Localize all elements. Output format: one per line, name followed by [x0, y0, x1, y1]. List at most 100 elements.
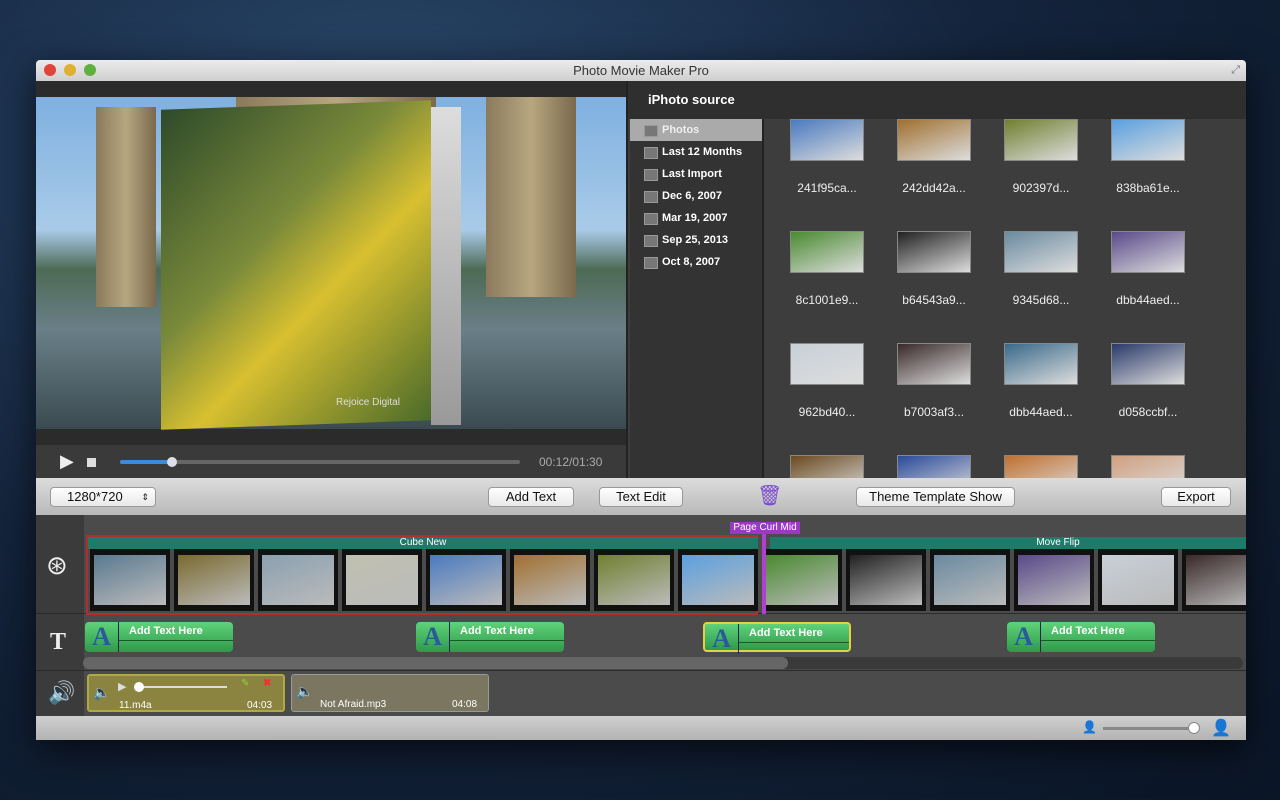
frame-thumbnail [430, 555, 502, 605]
source-item[interactable]: Sep 25, 2013 [630, 229, 762, 251]
source-panel: iPhoto source Photos Last 12 Months Last I… [626, 81, 1246, 478]
frame-thumbnail [262, 555, 334, 605]
timeline-frame[interactable] [762, 549, 842, 611]
photo-thumbnail [897, 343, 971, 385]
photo-item[interactable]: dbb44aed... [1095, 231, 1201, 307]
photo-item[interactable] [774, 455, 880, 478]
audio-clip[interactable]: 🔈 Not Afraid.mp3 04:08 [291, 674, 489, 712]
seek-bar[interactable] [120, 457, 520, 467]
text-clip-label: Add Text Here [460, 625, 534, 637]
scroll-thumb[interactable] [83, 657, 788, 669]
photo-thumbnail [1111, 231, 1185, 273]
photo-item[interactable] [881, 455, 987, 478]
timeline-frame[interactable] [930, 549, 1010, 611]
photo-item[interactable]: b7003af3... [881, 343, 987, 419]
playhead[interactable] [762, 534, 766, 614]
speaker-icon: 🔈 [296, 683, 314, 699]
source-item[interactable]: Last Import [630, 163, 762, 185]
timeline-frame[interactable] [342, 549, 422, 611]
source-item[interactable]: Dec 6, 2007 [630, 185, 762, 207]
photo-item[interactable]: 962bd40... [774, 343, 880, 419]
timeline-frame[interactable] [678, 549, 758, 611]
timeline-frame[interactable] [846, 549, 926, 611]
minimize-button[interactable] [64, 64, 76, 76]
zoom-slider[interactable] [1103, 722, 1201, 734]
film-reel-icon: ⊛ [46, 550, 68, 580]
photo-item[interactable]: 902397d... [988, 119, 1094, 195]
photo-item[interactable]: 838ba61e... [1095, 119, 1201, 195]
fullscreen-icon[interactable]: ⤢ [1231, 60, 1240, 81]
timeline-scrollbar[interactable] [83, 657, 1243, 669]
transition-page-curl[interactable]: Page Curl Mid [730, 522, 800, 534]
photo-thumbnail [1111, 343, 1185, 385]
delete-icon[interactable]: ✖ [263, 678, 271, 689]
timeline-frame[interactable] [174, 549, 254, 611]
transition-move-flip[interactable]: Move Flip [770, 537, 1246, 549]
photo-item[interactable]: 242dd42a... [881, 119, 987, 195]
stop-icon[interactable] [87, 458, 96, 467]
theme-template-button[interactable]: Theme Template Show [856, 487, 1015, 507]
add-text-button[interactable]: Add Text [488, 487, 574, 507]
edit-icon[interactable]: ✎ [241, 678, 249, 689]
photo-item[interactable]: 9345d68... [988, 231, 1094, 307]
timeline-frame[interactable] [90, 549, 170, 611]
photo-item[interactable] [1095, 455, 1201, 478]
person-large-icon: 👤 [1211, 720, 1231, 737]
timeline-frame[interactable] [1014, 549, 1094, 611]
photo-item[interactable]: d058ccbf... [1095, 343, 1201, 419]
photo-item[interactable]: 241f95ca... [774, 119, 880, 195]
text-clip[interactable]: A Add Text Here [416, 622, 564, 652]
source-item[interactable]: Mar 19, 2007 [630, 207, 762, 229]
text-edit-button[interactable]: Text Edit [599, 487, 683, 507]
audio-slider[interactable] [134, 682, 227, 692]
photo-item[interactable] [988, 455, 1094, 478]
resolution-select[interactable]: 1280*720 ⇕ [50, 487, 156, 507]
export-button[interactable]: Export [1161, 487, 1231, 507]
resolution-value: 1280*720 [67, 489, 123, 504]
text-clip[interactable]: A Add Text Here [85, 622, 233, 652]
play-icon[interactable]: ▶ [118, 680, 126, 693]
video-preview: Rejoice Digital [36, 81, 626, 445]
photo-item[interactable]: dbb44aed... [988, 343, 1094, 419]
audio-clip[interactable]: 🔈 ▶ ✎ ✖ 11.m4a 04:03 [87, 674, 285, 712]
trash-icon[interactable]: 🗑 [757, 483, 782, 508]
watermark: Rejoice Digital [336, 397, 400, 408]
frame-thumbnail [178, 555, 250, 605]
photo-name: d058ccbf... [1118, 405, 1178, 419]
photo-name: dbb44aed... [1009, 405, 1073, 419]
close-button[interactable] [44, 64, 56, 76]
frame-thumbnail [346, 555, 418, 605]
timeline-frame[interactable] [1182, 549, 1246, 611]
audio-name: 11.m4a [119, 700, 152, 711]
timeline-frame[interactable] [1098, 549, 1178, 611]
photo-item[interactable]: 8c1001e9... [774, 231, 880, 307]
preview-frame: Rejoice Digital [36, 97, 626, 430]
photo-thumbnail [1004, 231, 1078, 273]
transition-cube-new[interactable]: Cube New [88, 537, 758, 549]
photo-item[interactable]: b64543a9... [881, 231, 987, 307]
seek-handle[interactable] [167, 457, 177, 467]
frame-thumbnail [1186, 555, 1246, 605]
photo-name: 902397d... [1012, 181, 1070, 195]
photo-grid: 241f95ca... 242dd42a... 902397d... 838ba61e… [764, 119, 1246, 478]
person-small-icon: 👤 [1082, 720, 1097, 734]
timeline-frame[interactable] [594, 549, 674, 611]
timeline-frame[interactable] [426, 549, 506, 611]
text-clip[interactable]: A Add Text Here [1007, 622, 1155, 652]
text-clip[interactable]: A Add Text Here [703, 622, 851, 654]
photo-thumbnail [1111, 119, 1185, 161]
zoom-button[interactable] [84, 64, 96, 76]
play-icon[interactable]: ▶ [60, 451, 74, 472]
photo-thumbnail [897, 231, 971, 273]
source-item[interactable]: Last 12 Months [630, 141, 762, 163]
text-a-icon: A [1007, 622, 1041, 652]
photo-thumbnail [790, 343, 864, 385]
timeline-frame[interactable] [258, 549, 338, 611]
speaker-icon: 🔊 [48, 680, 76, 705]
timeline-frame[interactable] [510, 549, 590, 611]
photo-name: 962bd40... [798, 405, 856, 419]
frame-thumbnail [1018, 555, 1090, 605]
source-item[interactable]: Oct 8, 2007 [630, 251, 762, 273]
source-item[interactable]: Photos [630, 119, 762, 141]
photo-name: b7003af3... [903, 405, 965, 419]
